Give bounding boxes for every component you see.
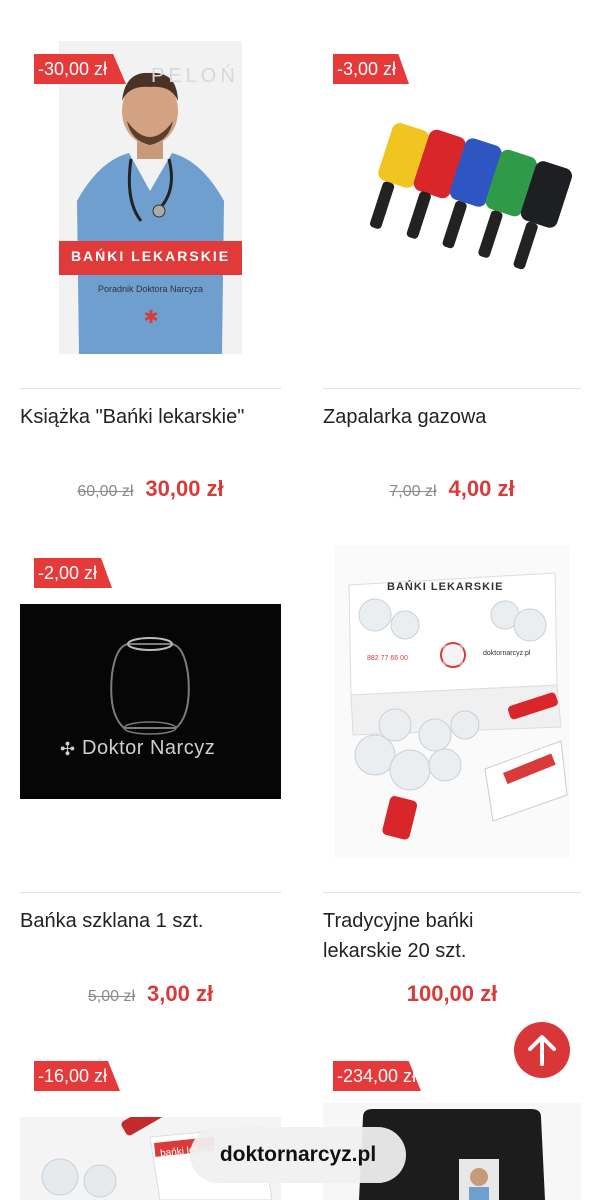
product-title-line1: Tradycyjne bańki (323, 910, 474, 932)
price-row: 60,00 zł 30,00 zł (20, 476, 281, 502)
price-row: 5,00 zł 3,00 zł (20, 981, 281, 1007)
box-url: doktornarcyz.pl (483, 650, 531, 657)
url-text: doktornarcyz.pl (219, 1143, 377, 1166)
brand-watermark: Doktor Narcyz (82, 737, 216, 759)
new-price: 3,00 zł (147, 981, 214, 1006)
product-title[interactable]: Tradycyjne bańki lekarskie 20 szt. (323, 906, 588, 966)
new-price: 30,00 zł (145, 476, 224, 501)
product-card-lighter[interactable]: -3,00 zł Zapalarka gazowa 7,00 zł 4,00 z… (298, 0, 597, 540)
product-title-line2: lekarskie 20 szt. (323, 940, 467, 962)
product-image-book[interactable]: PELOŃ BAŃKI LEKARSKIE Poradnik Doktora N… (59, 41, 242, 354)
divider (323, 388, 581, 389)
brand-logo-icon: ✣ (60, 739, 76, 759)
product-card-glass-cup[interactable]: Doktor Narcyz ✣ -2,00 zł Bańka szklana 1… (0, 540, 298, 1040)
book-top-word: PELOŃ (151, 65, 239, 87)
box-label: BAŃKI LEKARSKIE (387, 581, 504, 593)
new-price: 100,00 zł (406, 981, 498, 1006)
product-card-book[interactable]: PELOŃ BAŃKI LEKARSKIE Poradnik Doktora N… (0, 0, 298, 540)
price-row: 7,00 zł 4,00 zł (323, 476, 581, 502)
old-price: 60,00 zł (77, 483, 134, 500)
product-image-glass-cup[interactable]: Doktor Narcyz ✣ (20, 604, 281, 799)
divider (20, 388, 281, 389)
old-price: 7,00 zł (389, 483, 437, 500)
scroll-to-top-button[interactable] (514, 1022, 570, 1078)
box-phone: 882 77 66 00 (367, 655, 408, 662)
arrow-up-icon (528, 1035, 556, 1066)
price-row: 100,00 zł (323, 981, 581, 1007)
discount-badge: -30,00 zł (34, 54, 126, 84)
old-price: 5,00 zł (87, 988, 136, 1005)
glass-cup-illustration (20, 604, 281, 799)
book-subtitle: Poradnik Doktora Narcyza (97, 284, 204, 294)
browser-url-bar[interactable]: doktornarcyz.pl (190, 1127, 406, 1183)
discount-badge: -2,00 zł (34, 558, 112, 588)
product-image-set-20[interactable]: BAŃKI LEKARSKIE 882 77 66 00 doktornarcy… (335, 545, 569, 858)
discount-badge: -3,00 zł (333, 54, 409, 84)
doctor-logo-icon: ✱ (143, 307, 159, 327)
discount-badge: -234,00 zł (333, 1061, 421, 1091)
product-title[interactable]: Bańka szklana 1 szt. (20, 906, 290, 936)
product-title[interactable]: Zapalarka gazowa (323, 402, 583, 432)
product-card-set-20[interactable]: BAŃKI LEKARSKIE 882 77 66 00 doktornarcy… (298, 540, 597, 1040)
discount-badge: -16,00 zł (34, 1061, 120, 1091)
product-title[interactable]: Książka "Bańki lekarskie" (20, 402, 290, 432)
divider (323, 892, 581, 893)
book-banner-title: BAŃKI LEKARSKIE (70, 248, 231, 264)
divider (20, 892, 281, 893)
new-price: 4,00 zł (448, 476, 515, 501)
